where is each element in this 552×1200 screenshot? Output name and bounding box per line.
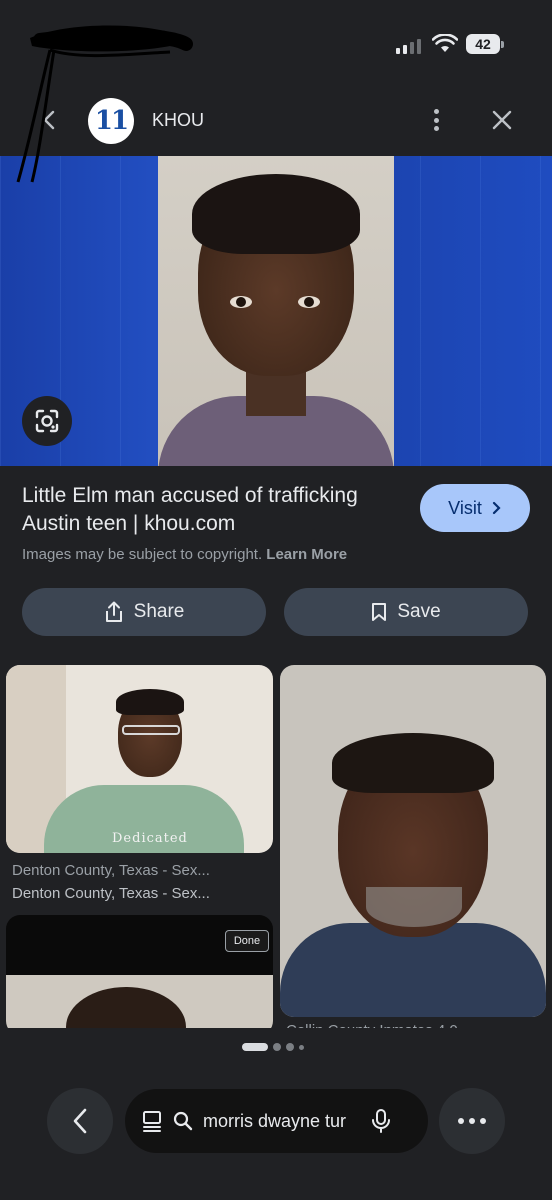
main-image[interactable]: [0, 156, 552, 466]
shirt-print-text: Dedicated: [112, 831, 188, 846]
related-image-1[interactable]: Dedicated: [6, 665, 273, 853]
battery-icon: 42: [466, 34, 504, 54]
site-logo: 11: [88, 98, 134, 144]
bottom-fade: [0, 1028, 552, 1088]
microphone-icon[interactable]: [371, 1108, 391, 1134]
google-lens-button[interactable]: [22, 396, 72, 446]
site-name[interactable]: KHOU: [152, 110, 204, 131]
close-icon[interactable]: [490, 108, 514, 132]
status-bar: 42: [0, 0, 552, 90]
related-image-3[interactable]: [280, 665, 546, 1017]
site-logo-text: 11: [94, 106, 129, 136]
search-icon: [173, 1111, 193, 1131]
result-title[interactable]: Little Elm man accused of trafficking Au…: [22, 482, 402, 538]
done-badge: Done: [225, 930, 269, 952]
viewer-header: 11 KHOU: [0, 92, 552, 152]
copyright-notice: Images may be subject to copyright. Lear…: [22, 546, 347, 563]
wifi-icon: [432, 34, 458, 52]
back-arrow-icon[interactable]: [38, 108, 62, 132]
chevron-right-icon: [492, 501, 501, 515]
share-icon: [105, 601, 122, 622]
back-chevron-icon: [73, 1108, 87, 1134]
bookmark-icon: [372, 603, 387, 621]
browser-back-button[interactable]: [47, 1088, 113, 1154]
share-label: Share: [133, 601, 185, 622]
page-indicator: [242, 1043, 304, 1051]
save-button[interactable]: Save: [284, 588, 528, 636]
more-options-icon[interactable]: [426, 106, 446, 134]
more-actions-button[interactable]: [439, 1088, 505, 1154]
visit-button[interactable]: Visit: [420, 484, 530, 532]
related-caption-title[interactable]: Denton County, Texas - Sex...: [12, 885, 268, 902]
mugshot-photo: [158, 156, 394, 466]
learn-more-link[interactable]: Learn More: [266, 546, 347, 563]
copyright-text: Images may be subject to copyright.: [22, 546, 263, 563]
visit-label: Visit: [448, 497, 482, 518]
related-image-2[interactable]: Done: [6, 915, 273, 1035]
search-bar[interactable]: morris dwayne tur: [125, 1089, 428, 1153]
battery-level: 42: [466, 34, 500, 54]
lens-icon: [35, 409, 59, 433]
tabs-icon[interactable]: [141, 1110, 163, 1132]
cellular-signal-icon: [396, 36, 424, 54]
share-button[interactable]: Share: [22, 588, 266, 636]
search-query[interactable]: morris dwayne tur: [203, 1111, 361, 1132]
save-label: Save: [397, 601, 441, 622]
related-caption-source[interactable]: Denton County, Texas - Sex...: [12, 862, 268, 879]
